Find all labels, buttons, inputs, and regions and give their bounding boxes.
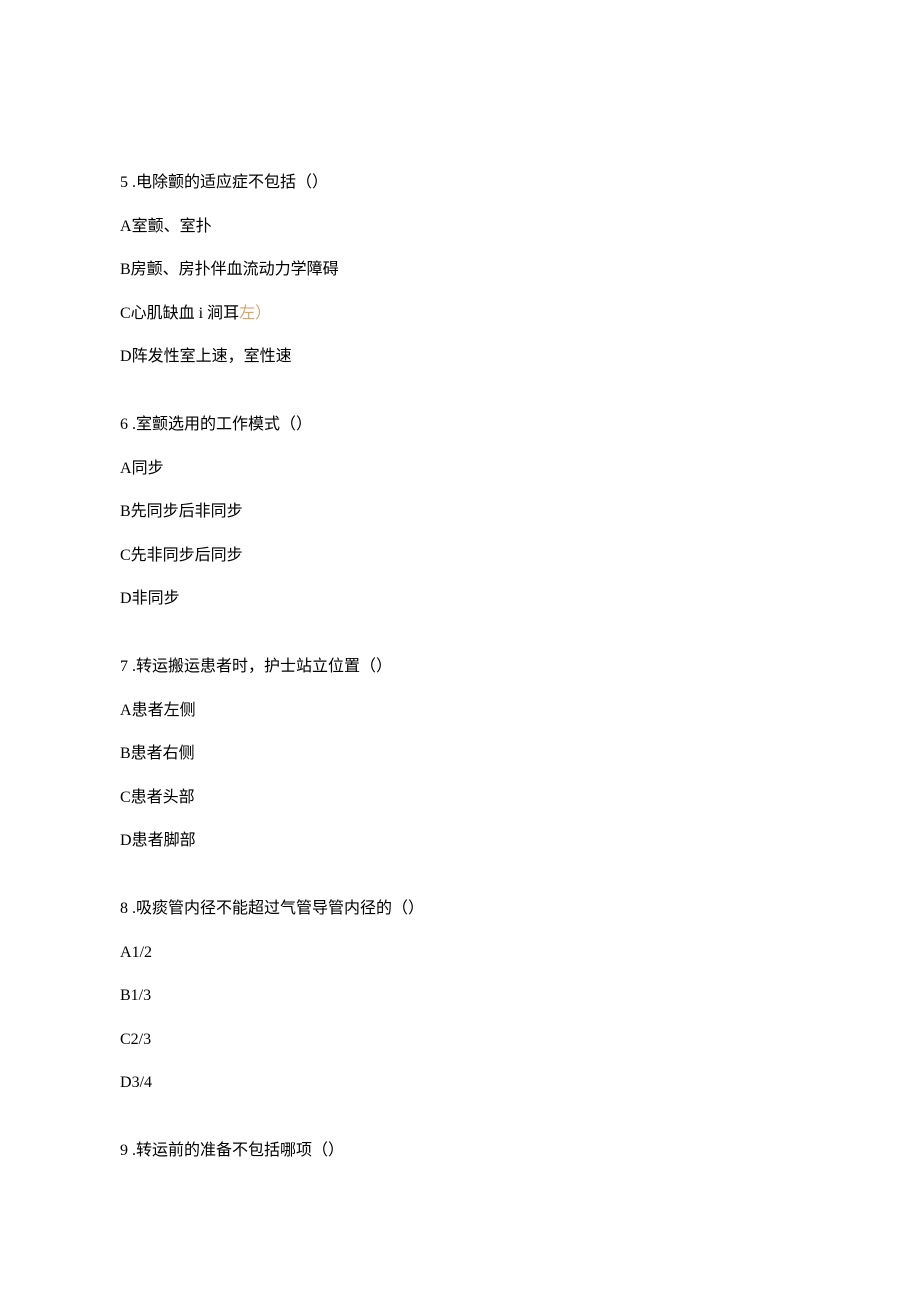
option-line: B房颤、房扑伴血流动力学障碍 bbox=[120, 257, 800, 283]
option-label: B bbox=[120, 261, 131, 278]
option-line: D非同步 bbox=[120, 586, 800, 612]
option-text: 室颤、室扑 bbox=[132, 218, 212, 235]
option-text: 患者左侧 bbox=[132, 702, 196, 719]
option-label: D bbox=[120, 590, 132, 607]
question-number: 5 bbox=[120, 174, 128, 191]
option-line: A同步 bbox=[120, 456, 800, 482]
option-line: C先非同步后同步 bbox=[120, 543, 800, 569]
option-label: A bbox=[120, 944, 132, 961]
option-line: C患者头部 bbox=[120, 785, 800, 811]
question-stem: 5 .电除颤的适应症不包括（） bbox=[120, 170, 800, 196]
question-separator: . bbox=[128, 658, 136, 675]
option-highlight: 左） bbox=[239, 305, 271, 322]
question-stem: 9 .转运前的准备不包括哪项（） bbox=[120, 1138, 800, 1164]
question-stem: 6 .室颤选用的工作模式（） bbox=[120, 412, 800, 438]
option-text: 同步 bbox=[132, 460, 164, 477]
option-text: 先非同步后同步 bbox=[131, 547, 243, 564]
question-number: 9 bbox=[120, 1142, 128, 1159]
option-text: 2/3 bbox=[131, 1031, 151, 1048]
option-line: B1/3 bbox=[120, 983, 800, 1009]
question-separator: . bbox=[128, 416, 136, 433]
option-label: C bbox=[120, 1031, 131, 1048]
question-number: 8 bbox=[120, 900, 128, 917]
question-block: 5 .电除颤的适应症不包括（） A室颤、室扑 B房颤、房扑伴血流动力学障碍 C心肌缺血… bbox=[120, 170, 800, 370]
option-text: 3/4 bbox=[132, 1074, 152, 1091]
option-label: C bbox=[120, 305, 131, 322]
option-line: A室颤、室扑 bbox=[120, 214, 800, 240]
option-label: A bbox=[120, 218, 132, 235]
option-text: 阵发性室上速，室性速 bbox=[132, 348, 292, 365]
option-line: B先同步后非同步 bbox=[120, 499, 800, 525]
question-stem: 8 .吸痰管内径不能超过气管导管内径的（） bbox=[120, 896, 800, 922]
option-label: C bbox=[120, 547, 131, 564]
option-label: D bbox=[120, 348, 132, 365]
question-number: 7 bbox=[120, 658, 128, 675]
option-line: A患者左侧 bbox=[120, 698, 800, 724]
question-text: 转运搬运患者时，护士站立位置（） bbox=[136, 658, 392, 675]
option-line: A1/2 bbox=[120, 940, 800, 966]
option-line: D阵发性室上速，室性速 bbox=[120, 344, 800, 370]
option-label: D bbox=[120, 1074, 132, 1091]
option-label: A bbox=[120, 702, 132, 719]
option-text: 房颤、房扑伴血流动力学障碍 bbox=[131, 261, 339, 278]
option-label: B bbox=[120, 503, 131, 520]
question-text: 室颤选用的工作模式（） bbox=[136, 416, 312, 433]
question-text: 转运前的准备不包括哪项（） bbox=[136, 1142, 344, 1159]
question-block: 6 .室颤选用的工作模式（） A同步 B先同步后非同步 C先非同步后同步 D非同步 bbox=[120, 412, 800, 612]
question-block: 8 .吸痰管内径不能超过气管导管内径的（） A1/2 B1/3 C2/3 D3/4 bbox=[120, 896, 800, 1096]
questions-list: 5 .电除颤的适应症不包括（）A室颤、室扑B房颤、房扑伴血流动力学障碍C心肌缺血… bbox=[120, 170, 800, 1163]
option-label: D bbox=[120, 832, 132, 849]
question-number: 6 bbox=[120, 416, 128, 433]
option-label: B bbox=[120, 745, 131, 762]
option-line: D患者脚部 bbox=[120, 828, 800, 854]
question-text: 电除颤的适应症不包括（） bbox=[136, 174, 328, 191]
option-label: C bbox=[120, 789, 131, 806]
question-block: 9 .转运前的准备不包括哪项（） bbox=[120, 1138, 800, 1164]
document-page: 5 .电除颤的适应症不包括（）A室颤、室扑B房颤、房扑伴血流动力学障碍C心肌缺血… bbox=[0, 0, 920, 1305]
question-separator: . bbox=[128, 174, 136, 191]
question-separator: . bbox=[128, 1142, 136, 1159]
question-stem: 7 .转运搬运患者时，护士站立位置（） bbox=[120, 654, 800, 680]
question-text: 吸痰管内径不能超过气管导管内径的（） bbox=[136, 900, 424, 917]
option-line: C心肌缺血 i 涧耳左） bbox=[120, 301, 800, 327]
option-line: D3/4 bbox=[120, 1070, 800, 1096]
option-label: B bbox=[120, 987, 131, 1004]
question-separator: . bbox=[128, 900, 136, 917]
option-text: 患者头部 bbox=[131, 789, 195, 806]
option-text: 非同步 bbox=[132, 590, 180, 607]
option-text: 先同步后非同步 bbox=[131, 503, 243, 520]
option-text: 1/3 bbox=[131, 987, 151, 1004]
option-text: 心肌缺血 i 涧耳 bbox=[131, 305, 239, 322]
option-text: 患者脚部 bbox=[132, 832, 196, 849]
option-text: 患者右侧 bbox=[131, 745, 195, 762]
option-line: C2/3 bbox=[120, 1027, 800, 1053]
option-text: 1/2 bbox=[132, 944, 152, 961]
question-block: 7 .转运搬运患者时，护士站立位置（） A患者左侧 B患者右侧 C患者头部 D患者脚部 bbox=[120, 654, 800, 854]
option-line: B患者右侧 bbox=[120, 741, 800, 767]
option-label: A bbox=[120, 460, 132, 477]
